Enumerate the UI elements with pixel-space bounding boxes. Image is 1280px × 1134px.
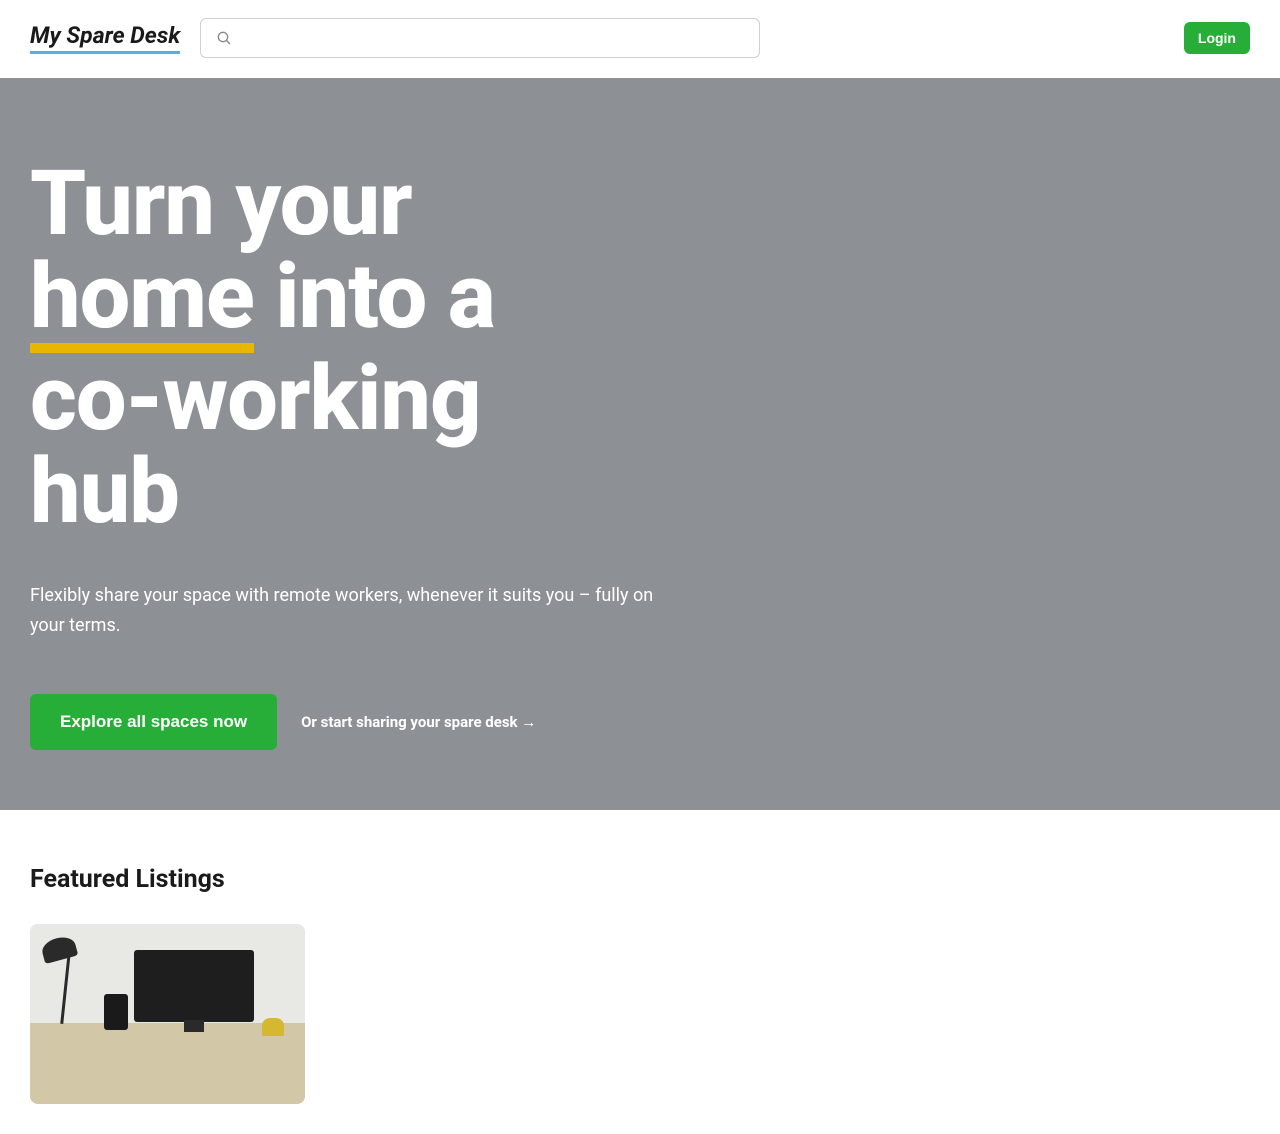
hero-actions: Explore all spaces now Or start sharing … [30,694,1250,750]
explore-spaces-button[interactable]: Explore all spaces now [30,694,277,750]
desk-lamp-icon [42,932,92,1022]
monitor-icon [134,950,254,1022]
hero-section: Turn your home into a co-working hub Fle… [0,78,1280,810]
featured-title: Featured Listings [30,865,1250,894]
hero-title-part1: Turn your [30,151,412,256]
search-field-wrapper[interactable] [200,18,760,58]
plant-icon [262,1018,284,1036]
listing-image [30,924,305,1104]
search-input[interactable] [243,30,745,47]
hero-title-underlined: home [30,251,254,354]
hero-subtitle: Flexibly share your space with remote wo… [30,581,680,642]
hero-title: Turn your home into a co-working hub [30,158,630,539]
header: My Spare Desk Login [0,0,1280,78]
featured-section: Featured Listings [0,810,1280,1134]
monitor-stand-icon [184,1020,204,1032]
search-icon [215,29,233,47]
site-logo[interactable]: My Spare Desk [30,22,180,54]
listing-card[interactable] [30,924,305,1104]
share-desk-link[interactable]: Or start sharing your spare desk → [301,713,536,731]
speaker-icon [104,994,128,1030]
login-button[interactable]: Login [1184,22,1250,54]
